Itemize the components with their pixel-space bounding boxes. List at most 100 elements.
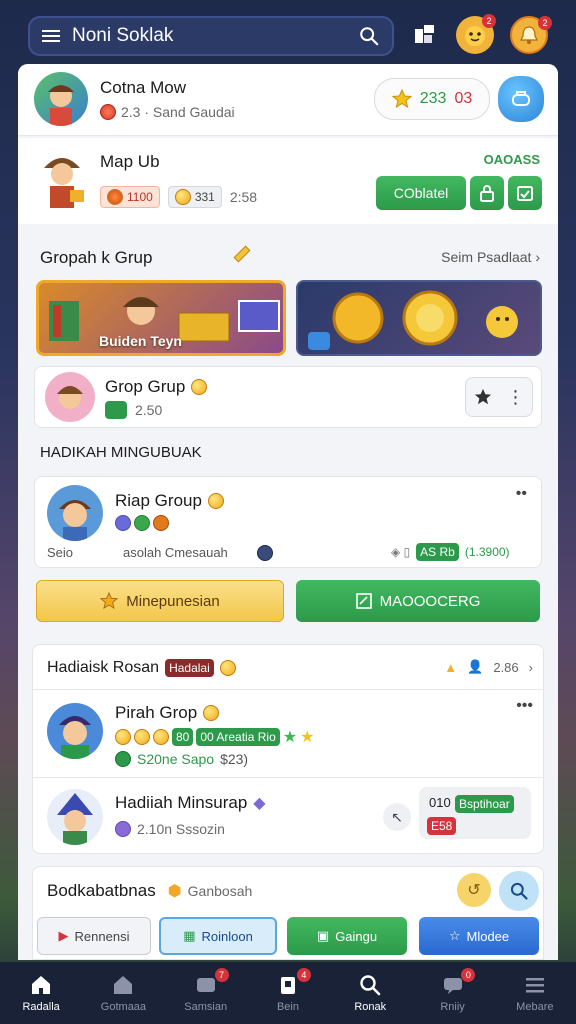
- nav-label: Ronak: [354, 1001, 387, 1013]
- gem-icon: ◆: [253, 795, 266, 812]
- nav-item-grid[interactable]: 7 Samsian: [165, 962, 247, 1024]
- gold-counter[interactable]: 1100: [100, 186, 160, 208]
- purple-coin-icon: [115, 821, 131, 837]
- bottom-button-1[interactable]: ▶ Rennensi: [37, 917, 151, 955]
- bottom-button-1-label: Rennensi: [74, 928, 130, 944]
- bell-icon[interactable]: 2: [510, 16, 552, 54]
- star-counter[interactable]: 233 03: [374, 78, 490, 120]
- bottom-card: Bodkabatbnas ⬢ Ganbosah ↺ ▶ Rennensi ▦ R…: [32, 866, 544, 960]
- star-count: 233: [419, 90, 447, 107]
- bottom-card-title: Bodkabatbnas: [47, 881, 156, 900]
- section-title: HADIKAH MINGUBUAK: [40, 444, 202, 461]
- pencil-icon[interactable]: [230, 242, 254, 266]
- map-primary-button[interactable]: COblatel: [376, 176, 466, 210]
- bottom-button-4[interactable]: ☆ Mlodee: [419, 917, 539, 955]
- riap-badge: AS Rb: [416, 543, 459, 561]
- pin-icon[interactable]: ▲: [444, 660, 457, 675]
- more-icon[interactable]: ••: [516, 485, 527, 503]
- list-item[interactable]: Hadiiah Minsurap ◆ 2.10n Sssozin ↖ 010 B…: [33, 779, 545, 855]
- nav-item-chat[interactable]: 0 Rniiy: [411, 962, 493, 1024]
- star-icon: ★: [300, 729, 315, 746]
- list-item[interactable]: Pirah Grop 80 00 Areatia Rio ★ ★ S20ne S…: [33, 691, 545, 777]
- coin-illustration: [308, 290, 518, 350]
- riap-foot-left: Seio: [47, 545, 74, 560]
- coin-icon: [191, 379, 208, 395]
- item-sub: 2.10n Sssozin: [137, 821, 225, 837]
- silver-value: 331: [194, 190, 215, 204]
- menu-icon: [525, 978, 544, 993]
- menu-icon[interactable]: [42, 27, 60, 45]
- profile-row[interactable]: Cotna Mow 2.3 · Sand Gaudai 233 03: [18, 64, 558, 136]
- group-row[interactable]: Grop Grup 2.50 ⋮: [34, 366, 542, 428]
- nav-item-house[interactable]: Gotmaaa: [82, 962, 164, 1024]
- puzzle-icon[interactable]: [406, 16, 444, 54]
- nav-item-search[interactable]: Ronak: [329, 962, 411, 1024]
- avatar: [34, 72, 88, 126]
- more-icon[interactable]: •••: [516, 697, 533, 715]
- green-action-button[interactable]: MAOOOCERG: [296, 580, 540, 622]
- character-avatar: [36, 146, 88, 212]
- profile-action-button[interactable]: [498, 76, 544, 122]
- item-tag-red: E58: [427, 817, 457, 835]
- calendar-button[interactable]: [508, 176, 542, 210]
- yellow-action-button[interactable]: Minepunesian: [36, 580, 284, 622]
- more-vert-icon[interactable]: ⋮: [507, 388, 525, 406]
- item-name: Pirah Grop: [115, 703, 198, 722]
- top-bar: Noni Soklak 2 2: [0, 0, 576, 64]
- map-time: 2:58: [229, 189, 258, 205]
- nav-label: Gotmaaa: [100, 1001, 147, 1013]
- coin-icon: [203, 705, 220, 721]
- bottom-card-sub: Ganbosah: [187, 883, 253, 899]
- star-icon[interactable]: [474, 388, 492, 406]
- coin-icon: [153, 729, 169, 745]
- bottom-button-4-label: Mlodee: [466, 928, 510, 944]
- notification-badge: 2: [538, 16, 552, 30]
- lock-icon: [480, 185, 494, 202]
- house-icon: [114, 976, 133, 994]
- item-avatar: [47, 703, 103, 759]
- lock-button[interactable]: [470, 176, 504, 210]
- fire-icon: [107, 189, 123, 205]
- calendar-check-icon: [517, 186, 533, 201]
- gem-icon: [115, 515, 131, 531]
- bottom-button-3[interactable]: ▣ Gaingu: [287, 917, 407, 955]
- nav-badge: 4: [296, 968, 311, 982]
- nav-badge: 0: [461, 968, 476, 982]
- banner-coins[interactable]: [296, 280, 542, 356]
- search-icon: [360, 975, 381, 996]
- tag-icon: ◈ ▯: [391, 545, 411, 559]
- nav-item-bag[interactable]: 4 Bein: [247, 962, 329, 1024]
- banner-title: Buiden Teyn: [99, 333, 182, 349]
- group-actions[interactable]: ⋮: [465, 377, 533, 417]
- bottom-button-2[interactable]: ▦ Roinloon: [159, 917, 277, 955]
- banner-town[interactable]: Buiden Teyn: [36, 280, 286, 356]
- group-value: 2.50: [135, 402, 163, 418]
- search-icon[interactable]: [358, 25, 380, 47]
- groups-link[interactable]: Seim Psadlaat ›: [441, 249, 540, 265]
- map-row[interactable]: Map Ub 1100 331 2:58 OAOASS COblatel: [18, 138, 558, 224]
- item-tag-green: Bsptihoar: [455, 795, 514, 813]
- chevron-right-icon[interactable]: ›: [529, 660, 533, 675]
- riap-amount: (1.3900): [464, 545, 510, 559]
- search-bar[interactable]: Noni Soklak: [28, 16, 394, 56]
- coin-icon: [174, 189, 191, 205]
- refresh-button[interactable]: ↺: [457, 873, 491, 907]
- nav-item-menu[interactable]: Mebare: [494, 962, 576, 1024]
- search-button[interactable]: [499, 871, 539, 911]
- item-status-box[interactable]: 010 Bsptihoar E58: [419, 787, 531, 839]
- controller-icon: [512, 91, 530, 106]
- chest-icon: ▣: [316, 928, 330, 943]
- tool-icon[interactable]: ↖: [383, 803, 411, 831]
- bottom-button-3-label: Gaingu: [335, 928, 378, 944]
- leaf-icon: [134, 515, 150, 531]
- settings-icon[interactable]: [257, 545, 273, 561]
- grid-icon: ▦: [183, 928, 196, 943]
- nav-item-home[interactable]: Radalla: [0, 962, 82, 1024]
- riap-card[interactable]: Riap Group •• Seio asolah Cmesauah ◈ ▯ A…: [34, 476, 542, 568]
- silver-counter[interactable]: 331: [167, 186, 222, 208]
- item-avatar: [47, 789, 103, 845]
- edit-icon: [355, 593, 372, 609]
- mascot-icon[interactable]: 2: [456, 14, 496, 54]
- groups-title: Gropah k Grup: [40, 248, 153, 267]
- flag-icon: ▶: [58, 928, 69, 943]
